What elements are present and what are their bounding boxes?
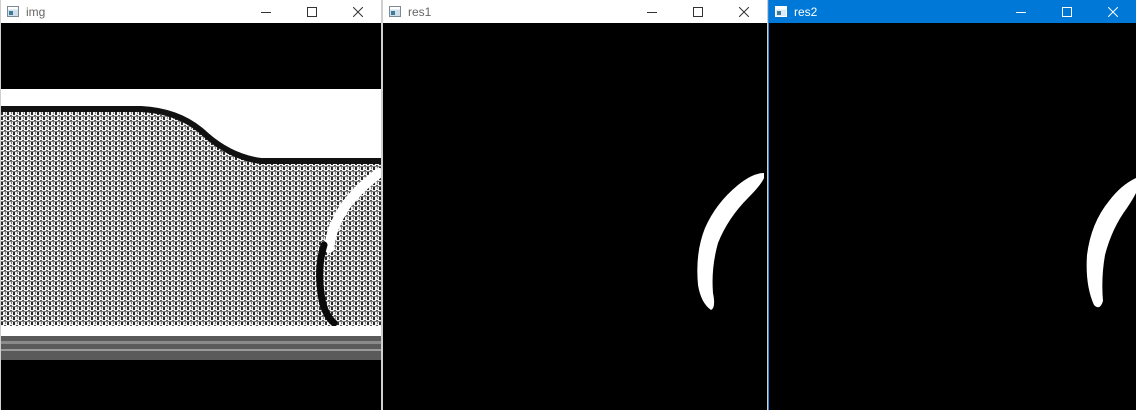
minimize-button[interactable] [629,0,675,23]
result-canvas [383,23,767,410]
close-button[interactable] [335,0,381,23]
maximize-icon [307,6,317,17]
window-img[interactable]: img [0,0,382,410]
source-image [1,23,381,410]
window-title: res2 [794,4,818,19]
window-title: res1 [408,4,432,19]
window-res1[interactable]: res1 [382,0,768,410]
result-canvas [769,23,1136,410]
minimize-icon [261,11,271,13]
minimize-icon [1016,11,1026,13]
app-window-icon [389,6,401,17]
close-button[interactable] [721,0,767,23]
maximize-icon [693,6,703,17]
close-icon [1108,6,1118,17]
app-window-icon [7,6,19,17]
close-button[interactable] [1090,0,1136,23]
minimize-icon [647,11,657,13]
mask-image [383,23,767,410]
window-title: img [26,4,46,19]
app-window-icon [775,6,787,17]
minimize-button[interactable] [998,0,1044,23]
close-icon [353,6,363,17]
close-icon [739,6,749,17]
maximize-button[interactable] [1044,0,1090,23]
desktop: img res1 res2 [0,0,1136,410]
maximize-button[interactable] [675,0,721,23]
title-bar[interactable]: img [1,0,381,23]
maximize-button[interactable] [289,0,335,23]
title-bar[interactable]: res2 [769,0,1136,23]
title-bar[interactable]: res1 [383,0,767,23]
image-canvas [1,23,381,410]
minimize-button[interactable] [243,0,289,23]
mask-image [769,23,1136,410]
window-res2[interactable]: res2 [768,0,1136,410]
maximize-icon [1062,6,1072,17]
